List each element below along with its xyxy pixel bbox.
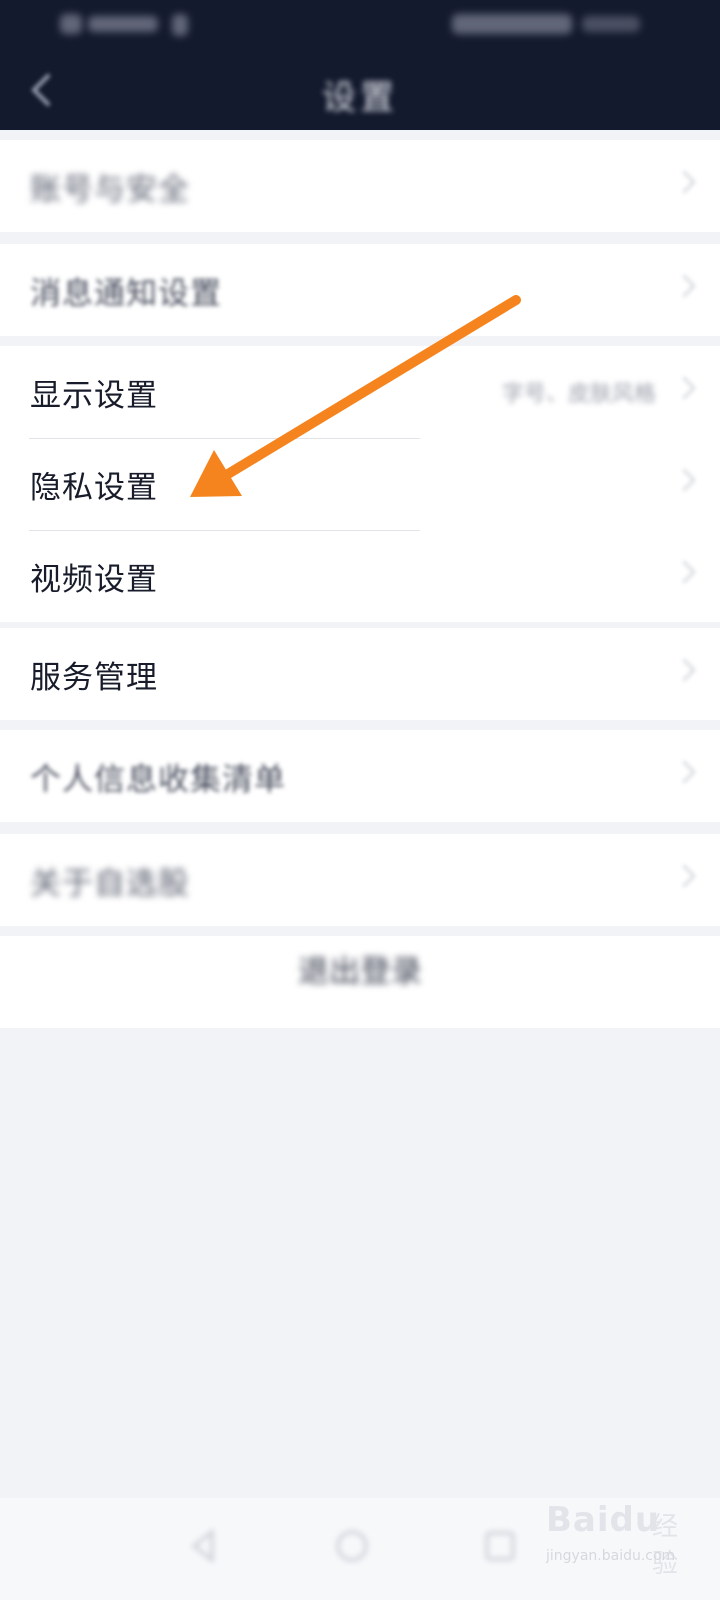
settings-row-label: 账号与安全 [30, 172, 190, 208]
chevron-right-icon [672, 760, 696, 784]
signal-icon [60, 14, 82, 34]
settings-row-label: 隐私设置 [30, 470, 158, 506]
baidu-jingyan-watermark: Baidu 经验 jingyan.baidu.com [546, 1494, 696, 1579]
watermark-url: jingyan.baidu.com [546, 1548, 676, 1564]
chevron-right-icon [672, 864, 696, 888]
settings-row-label: 消息通知设置 [30, 276, 222, 312]
chevron-right-icon [672, 274, 696, 298]
chevron-right-icon [672, 376, 696, 400]
status-icons [452, 14, 572, 34]
settings-row-label: 关于自选股 [30, 866, 190, 902]
settings-row-label: 视频设置 [30, 562, 158, 598]
sim-icon [172, 14, 188, 36]
logout-label: 退出登录 [298, 954, 422, 990]
settings-group-notification: 消息通知设置 [0, 244, 720, 336]
settings-group-account: 账号与安全 [0, 140, 720, 232]
carrier-indicator [88, 16, 158, 32]
back-triangle-icon[interactable] [186, 1528, 222, 1564]
chevron-right-icon [672, 560, 696, 584]
settings-row-account-security[interactable]: 账号与安全 [0, 140, 720, 232]
settings-row-video[interactable]: 视频设置 [0, 530, 720, 622]
settings-group-preferences: 显示设置 字号、皮肤风格 隐私设置 视频设置 [0, 346, 720, 622]
settings-row-value: 字号、皮肤风格 [501, 382, 656, 407]
settings-row-display[interactable]: 显示设置 字号、皮肤风格 [0, 346, 720, 438]
settings-row-label: 显示设置 [30, 378, 158, 414]
clock-indicator [582, 16, 640, 32]
settings-group-about: 关于自选股 [0, 834, 720, 926]
chevron-right-icon [672, 170, 696, 194]
logout-button[interactable]: 退出登录 [0, 936, 720, 1028]
chevron-right-icon [672, 658, 696, 682]
settings-row-notification[interactable]: 消息通知设置 [0, 244, 720, 336]
settings-group-service: 服务管理 [0, 628, 720, 720]
settings-row-personal-info[interactable]: 个人信息收集清单 [0, 730, 720, 822]
nav-bar: 设置 [0, 52, 720, 130]
recents-square-icon[interactable] [482, 1528, 518, 1564]
settings-row-service[interactable]: 服务管理 [0, 628, 720, 720]
settings-row-label: 个人信息收集清单 [30, 762, 286, 798]
settings-row-about[interactable]: 关于自选股 [0, 834, 720, 926]
chevron-right-icon [672, 468, 696, 492]
status-bar [0, 0, 720, 52]
settings-row-label: 服务管理 [30, 660, 158, 696]
home-circle-icon[interactable] [334, 1528, 370, 1564]
settings-row-privacy[interactable]: 隐私设置 [0, 438, 720, 530]
page-title: 设置 [322, 78, 398, 118]
watermark-brand: Baidu [546, 1500, 661, 1540]
watermark-product: 经验 [652, 1512, 679, 1579]
settings-group-personal-info: 个人信息收集清单 [0, 730, 720, 822]
